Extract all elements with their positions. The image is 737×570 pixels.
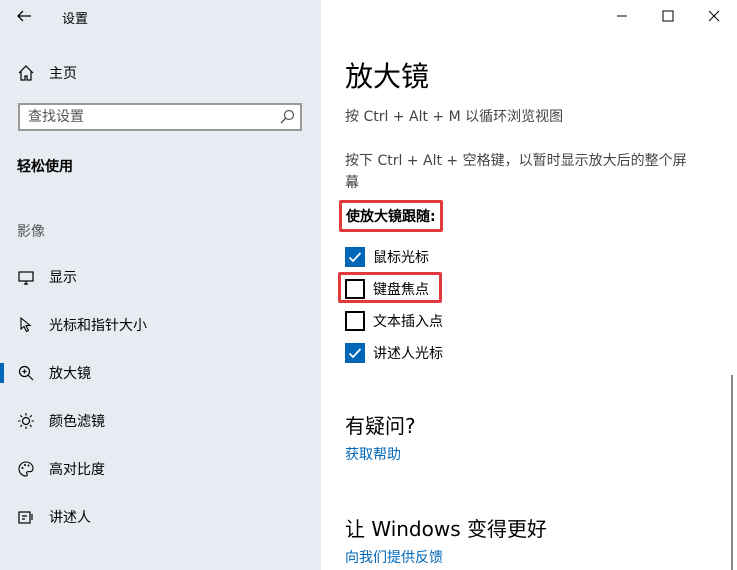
checkbox-unchecked[interactable] <box>345 311 365 331</box>
sidebar-item-label: 主页 <box>49 66 77 82</box>
title-bar: 设置 <box>0 0 321 32</box>
checkbox-keyboard-focus[interactable]: 键盘焦点 <box>345 277 429 301</box>
search-input[interactable] <box>20 105 268 129</box>
checkbox-mouse-cursor[interactable]: 鼠标光标 <box>345 245 429 269</box>
maximize-button[interactable] <box>645 0 691 32</box>
sidebar-item-label: 光标和指针大小 <box>49 318 147 334</box>
back-arrow-icon[interactable] <box>15 7 33 25</box>
sidebar: 设置 主页 轻松使用 影像 显示 光标和指针大小 放大镜 <box>0 0 321 570</box>
sidebar-item-color-filters[interactable]: 颜色滤镜 <box>0 401 321 441</box>
sidebar-item-label: 讲述人 <box>49 510 91 526</box>
sidebar-item-label: 颜色滤镜 <box>49 414 105 430</box>
sidebar-item-narrator[interactable]: 讲述人 <box>0 497 321 537</box>
narrator-icon <box>17 508 35 526</box>
brightness-icon <box>17 412 35 430</box>
scrollbar[interactable] <box>731 375 733 570</box>
monitor-icon <box>17 268 35 286</box>
section-title: 轻松使用 <box>17 159 73 175</box>
window-controls <box>599 0 737 32</box>
checkbox-narrator-cursor[interactable]: 讲述人光标 <box>345 341 443 365</box>
minimize-button[interactable] <box>599 0 645 32</box>
palette-icon <box>17 460 35 478</box>
app-title: 设置 <box>62 12 89 27</box>
checkbox-checked[interactable] <box>345 247 365 267</box>
close-icon <box>708 7 720 26</box>
page-title: 放大镜 <box>345 60 430 93</box>
search-icon[interactable] <box>279 109 295 125</box>
maximize-icon <box>662 7 674 26</box>
sidebar-item-pointer[interactable]: 光标和指针大小 <box>0 305 321 345</box>
sidebar-item-home[interactable]: 主页 <box>0 53 321 93</box>
pointer-icon <box>17 316 35 334</box>
fullscreen-description: 按下 Ctrl + Alt + 空格键，以暂时显示放大后的整个屏幕 <box>345 153 687 191</box>
magnifier-icon <box>17 364 35 382</box>
shortcut-description: 按 Ctrl + Alt + M 以循环浏览视图 <box>345 109 564 125</box>
sidebar-item-label: 显示 <box>49 270 77 286</box>
group-label: 影像 <box>17 224 45 240</box>
checkbox-label: 讲述人光标 <box>373 346 443 362</box>
question-heading: 有疑问? <box>345 414 416 438</box>
sidebar-item-label: 放大镜 <box>49 366 91 382</box>
sidebar-item-high-contrast[interactable]: 高对比度 <box>0 449 321 489</box>
feedback-heading: 让 Windows 变得更好 <box>345 517 547 541</box>
checkbox-checked[interactable] <box>345 343 365 363</box>
close-button[interactable] <box>691 0 737 32</box>
follow-label: 使放大镜跟随: <box>339 200 443 232</box>
sidebar-item-magnifier[interactable]: 放大镜 <box>0 353 321 393</box>
checkbox-text-cursor[interactable]: 文本插入点 <box>345 309 443 333</box>
search-field[interactable] <box>18 103 302 131</box>
checkbox-label: 鼠标光标 <box>373 250 429 266</box>
help-link[interactable]: 获取帮助 <box>345 444 401 464</box>
home-icon <box>17 64 35 82</box>
sidebar-item-display[interactable]: 显示 <box>0 257 321 297</box>
feedback-link[interactable]: 向我们提供反馈 <box>345 547 443 567</box>
checkbox-unchecked[interactable] <box>345 279 365 299</box>
checkbox-label: 文本插入点 <box>373 314 443 330</box>
minimize-icon <box>616 7 628 26</box>
checkbox-label: 键盘焦点 <box>373 282 429 298</box>
sidebar-item-label: 高对比度 <box>49 462 105 478</box>
